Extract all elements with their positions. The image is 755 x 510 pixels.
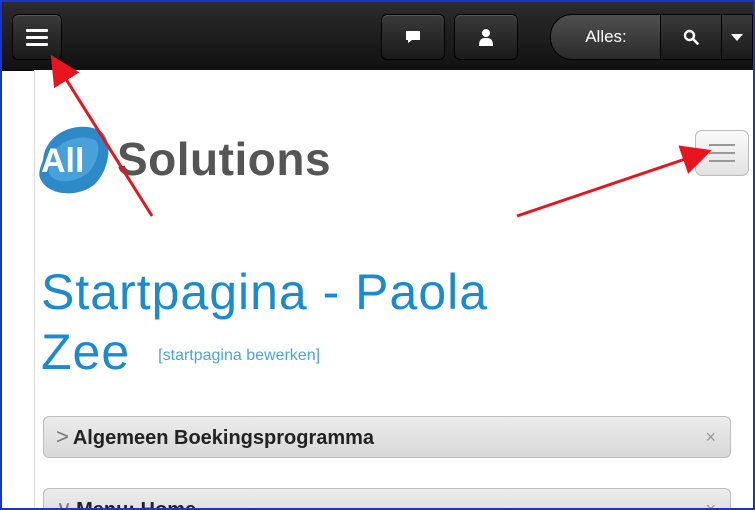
logo-wordmark: Solutions [117,133,332,185]
search-dropdown-button[interactable] [721,14,753,60]
user-icon [479,29,493,46]
close-icon[interactable]: × [705,489,716,508]
page-title-line2: Zee [41,324,131,380]
search-button[interactable] [660,14,722,60]
allsolutions-logo[interactable]: All Solutions [35,114,331,204]
page-title-line1: Startpagina - Paola [41,264,489,320]
chevron-right-icon: > [56,424,69,449]
page-title: Startpagina - Paola Zee [startpagina bewe… [41,262,641,386]
panel-title: Menu: Home [76,499,197,510]
panel-menu-home[interactable]: ∨ Menu: Home × [43,488,731,510]
top-toolbar: Alles: [2,2,753,71]
comment-icon [406,31,420,43]
chevron-down-icon: ∨ [56,496,73,510]
caret-down-icon [731,33,743,41]
panel-algemeen-boekingsprogramma[interactable]: > Algemeen Boekingsprogramma × [43,416,731,458]
search-group: Alles: [550,14,753,60]
user-button[interactable] [454,14,518,60]
site-menu-toggle[interactable] [695,130,749,176]
page-content: All Solutions Startpagina - Paola Zee [st… [34,70,753,510]
logo-mark-text: All [41,142,84,180]
edit-homepage-link[interactable]: [startpagina bewerken] [158,347,320,364]
panel-title: Algemeen Boekingsprogramma [72,427,375,449]
messages-button[interactable] [381,14,445,60]
hamburger-icon [26,25,48,50]
search-icon [683,29,699,45]
logo-mark: All [35,120,113,198]
app-frame: Alles: All Solutions Startpagina - Paola… [0,0,755,510]
search-scope-selector[interactable]: Alles: [550,14,662,60]
main-menu-button[interactable] [12,14,62,60]
close-icon[interactable]: × [705,417,716,457]
